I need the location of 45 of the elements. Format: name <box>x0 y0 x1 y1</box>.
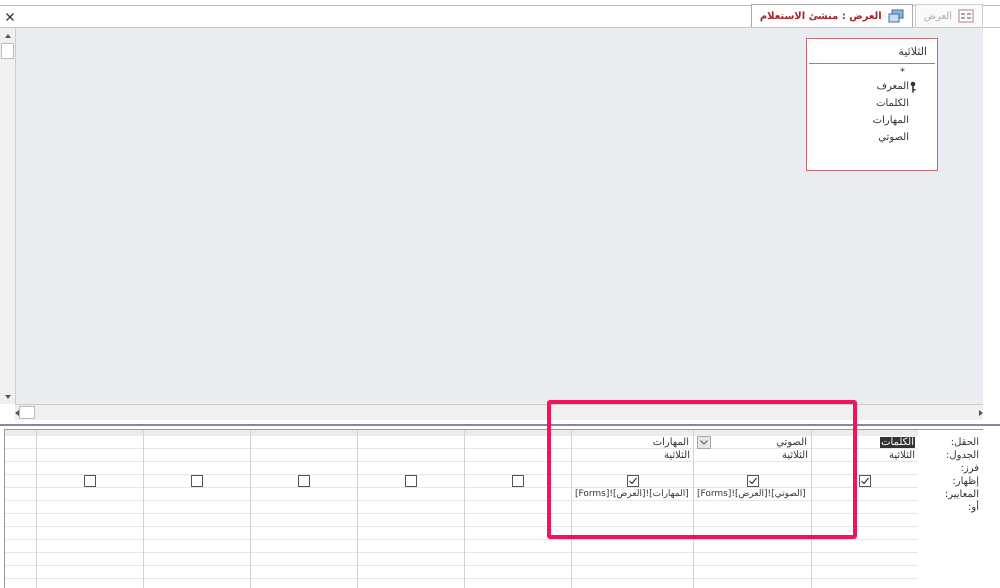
field-item[interactable]: الصوتي <box>878 132 909 143</box>
table-box[interactable]: الثلاثية * المعرف الكلمات المهارات الصوتي <box>806 38 938 171</box>
query-icon <box>888 9 904 23</box>
horizontal-scrollbar[interactable] <box>15 404 983 420</box>
row-label: الحقل: <box>950 437 979 448</box>
field-cell[interactable]: الكلمات <box>880 436 915 448</box>
field-cell[interactable]: الصوتي <box>775 436 808 448</box>
scroll-down-icon[interactable] <box>4 394 10 398</box>
table-cell[interactable]: الثلاثية <box>889 450 915 460</box>
show-checkbox[interactable] <box>298 475 310 487</box>
caret-icon <box>700 440 708 444</box>
table-cell[interactable]: الثلاثية <box>664 450 690 460</box>
scroll-thumb[interactable] <box>1 43 14 59</box>
scroll-right-icon[interactable] <box>979 410 983 416</box>
show-checkbox[interactable] <box>405 475 417 487</box>
row-label: أو: <box>968 502 979 513</box>
show-checkbox[interactable] <box>626 475 638 487</box>
row-label: الجدول: <box>946 450 979 461</box>
table-title: الثلاثية <box>809 39 935 64</box>
column-selector[interactable] <box>465 430 571 436</box>
table-cell[interactable]: الثلاثية <box>782 450 808 460</box>
field-cell[interactable]: المهارات <box>652 436 690 448</box>
field-item[interactable]: * <box>807 66 937 78</box>
column-selector[interactable] <box>812 430 918 436</box>
field-item[interactable]: الكلمات <box>876 98 909 109</box>
criteria-cell[interactable]: [Forms]![العرض]![الصوتي] <box>697 489 806 499</box>
field-item[interactable]: المعرف <box>876 81 909 92</box>
show-checkbox[interactable] <box>746 475 758 487</box>
vertical-scrollbar[interactable] <box>0 28 16 404</box>
row-label: فرز: <box>960 463 979 474</box>
design-grid[interactable]: الحقل: الجدول: فرز: إظهار: المعايير: أو: الكلمات الثلاثية الصوتي الثلاثية [Forms]![العرض]![الصوتي] المهارات الثلاثية [Forms]![العرض]![المهارات] <box>4 429 983 588</box>
show-checkbox[interactable] <box>191 475 203 487</box>
field-item[interactable]: المهارات <box>872 115 909 126</box>
form-icon <box>958 9 974 23</box>
scroll-thumb[interactable] <box>19 406 35 419</box>
criteria-cell[interactable]: [Forms]![العرض]![المهارات] <box>575 489 689 499</box>
scroll-up-icon[interactable] <box>4 34 10 38</box>
row-label: المعايير: <box>944 489 979 500</box>
show-checkbox[interactable] <box>512 475 524 487</box>
show-checkbox[interactable] <box>859 475 871 487</box>
show-checkbox[interactable] <box>84 475 96 487</box>
dropdown-button[interactable] <box>697 436 711 448</box>
document-tab[interactable]: العرض : منشئ الاستعلام <box>750 4 913 27</box>
row-label: إظهار: <box>952 476 979 487</box>
close-icon[interactable] <box>6 12 14 20</box>
